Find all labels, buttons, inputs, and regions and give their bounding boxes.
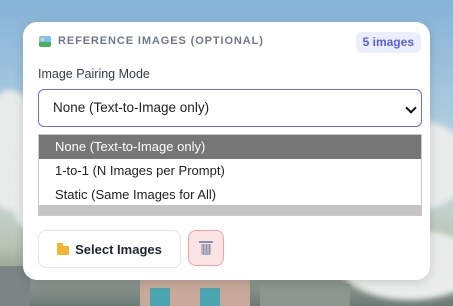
pairing-mode-dropdown: None (Text-to-Image only) 1-to-1 (N Imag… — [38, 134, 422, 216]
section-header: REFERENCE IMAGES (OPTIONAL) — [39, 35, 264, 47]
dropdown-scroll-area — [39, 205, 421, 215]
select-images-label: Select Images — [75, 241, 162, 257]
picture-icon — [39, 35, 51, 47]
clear-images-button[interactable] — [188, 230, 224, 266]
pairing-mode-select[interactable]: None (Text-to-Image only) — [38, 89, 422, 127]
chevron-down-icon — [405, 102, 417, 114]
reference-images-panel: REFERENCE IMAGES (OPTIONAL) 5 images Ima… — [23, 22, 430, 280]
folder-icon — [57, 242, 70, 255]
select-images-button[interactable]: Select Images — [38, 230, 181, 268]
image-count-badge: 5 images — [355, 32, 421, 53]
dropdown-option-static[interactable]: Static (Same Images for All) — [39, 183, 421, 207]
dropdown-option-none[interactable]: None (Text-to-Image only) — [39, 135, 421, 159]
dropdown-option-1to1[interactable]: 1-to-1 (N Images per Prompt) — [39, 159, 421, 183]
trash-icon — [199, 241, 213, 255]
pairing-mode-value: None (Text-to-Image only) — [53, 100, 210, 115]
section-title: REFERENCE IMAGES (OPTIONAL) — [58, 35, 264, 47]
pairing-mode-label: Image Pairing Mode — [38, 67, 150, 81]
